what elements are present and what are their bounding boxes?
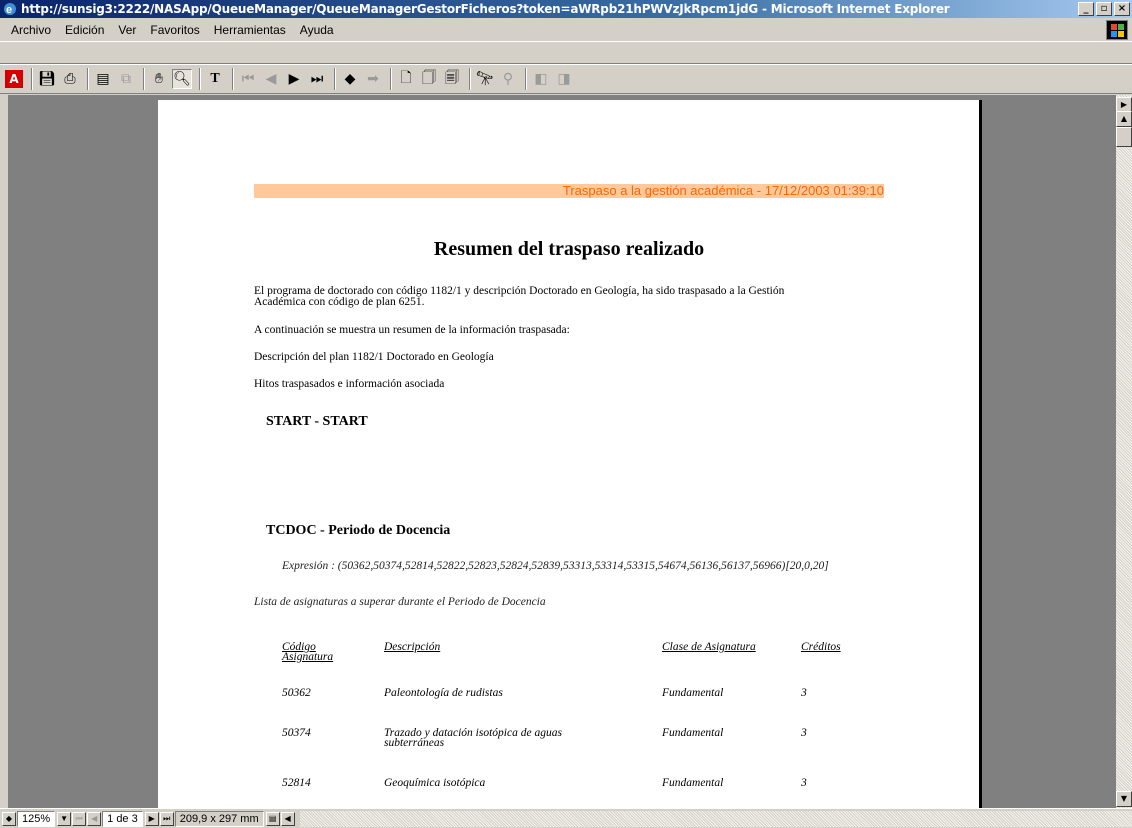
fit-page-icon[interactable]: 🗍 xyxy=(419,69,439,89)
menu-archivo[interactable]: Archivo xyxy=(4,23,58,37)
row-3-code: 52814 xyxy=(282,777,311,789)
subjects-intro: Lista de asignaturas a superar durante e… xyxy=(254,596,546,608)
last-page-icon[interactable]: ⏭ xyxy=(307,69,327,89)
plan-description: Descripción del plan 1182/1 Doctorado en… xyxy=(254,351,494,363)
window-title: http://sunsig3:2222/NASApp/QueueManager/… xyxy=(21,2,950,16)
intro-paragraph: El programa de doctorado con código 1182… xyxy=(254,285,894,308)
close-button[interactable]: × xyxy=(1114,2,1130,16)
hand-tool-icon[interactable]: ✋︎ xyxy=(149,69,169,89)
search-icon[interactable]: ⚲ xyxy=(498,69,518,89)
row-1-class: Fundamental xyxy=(662,687,724,699)
vertical-scrollbar[interactable]: ▶ ▲ ▼ xyxy=(1116,95,1132,808)
summary-intro: A continuación se muestra un resumen de … xyxy=(254,324,570,336)
header-creditos: Créditos xyxy=(801,641,841,653)
pdf-page: Traspaso a la gestión académica - 17/12/… xyxy=(158,100,982,808)
internet-explorer-icon: e xyxy=(2,1,18,17)
acrobat-logo-icon[interactable]: A xyxy=(5,70,23,88)
continuous-page-icon[interactable]: ◨ xyxy=(554,69,574,89)
scroll-thumb[interactable] xyxy=(1116,127,1132,147)
navigation-toggle-icon[interactable]: ◆ xyxy=(2,811,16,826)
previous-page-button[interactable]: ◀ xyxy=(87,811,102,826)
row-1-description: Paleontología de rudistas xyxy=(384,687,503,699)
row-3-credits: 3 xyxy=(801,777,807,789)
menu-ayuda[interactable]: Ayuda xyxy=(293,23,341,37)
header-band: Traspaso a la gestión académica - 17/12/… xyxy=(254,183,884,198)
zoom-dropdown-icon[interactable]: ▼ xyxy=(57,811,72,826)
scroll-left-arrow-icon[interactable]: ◀ xyxy=(280,811,295,826)
go-back-icon[interactable]: ◆ xyxy=(340,69,360,89)
single-page-icon[interactable]: ◧ xyxy=(531,69,551,89)
zoom-tool-icon[interactable]: 🔍︎ xyxy=(172,69,192,89)
menu-favoritos[interactable]: Favoritos xyxy=(143,23,206,37)
previous-page-icon[interactable]: ◀ xyxy=(261,69,281,89)
row-2-class: Fundamental xyxy=(662,727,724,739)
document-title: Resumen del traspaso realizado xyxy=(433,238,705,260)
save-icon[interactable]: 💾︎ xyxy=(37,69,57,89)
next-page-button[interactable]: ▶ xyxy=(144,811,159,826)
first-page-icon[interactable]: ⏮ xyxy=(238,69,258,89)
minimize-button[interactable]: _ xyxy=(1078,2,1094,16)
document-header: Traspaso a la gestión académica - 17/12/… xyxy=(562,183,884,198)
document-viewport[interactable]: Traspaso a la gestión académica - 17/12/… xyxy=(8,95,1116,808)
actual-size-icon[interactable]: 🗋 xyxy=(396,69,416,89)
go-forward-icon[interactable]: ➡ xyxy=(363,69,383,89)
print-icon[interactable]: ⎙ xyxy=(60,69,80,89)
intro-line-2: Académica con código de plan 6251. xyxy=(254,296,425,308)
page-indicator[interactable]: 1 de 3 xyxy=(102,810,143,827)
page-layout-icon[interactable]: ▤ xyxy=(265,811,280,826)
fit-width-icon[interactable]: 🗐 xyxy=(442,69,462,89)
menu-bar: Archivo Edición Ver Favoritos Herramient… xyxy=(0,18,1132,64)
last-page-button[interactable]: ⏭ xyxy=(159,811,174,826)
text-select-tool-icon[interactable]: T xyxy=(205,69,225,89)
row-1-credits: 3 xyxy=(801,687,807,699)
scroll-down-arrow-icon[interactable]: ▼ xyxy=(1116,791,1132,807)
svg-text:e: e xyxy=(6,4,12,16)
zoom-level[interactable]: 125% xyxy=(17,810,56,827)
row-2-description: Trazado y datación isotópica de aguas su… xyxy=(384,727,562,749)
next-page-icon[interactable]: ▶ xyxy=(284,69,304,89)
menu-herramientas[interactable]: Herramientas xyxy=(207,23,293,37)
page-size: 209,9 x 297 mm xyxy=(174,810,264,827)
acrobat-toolbar: A 💾︎ ⎙ ▤ ⧉ ✋︎ 🔍︎ T ⏮ ◀ ▶ ⏭ ◆ ➡ 🗋 🗍 🗐 🔭︎ … xyxy=(0,64,1132,94)
scroll-up-arrow-icon[interactable]: ▲ xyxy=(1116,111,1132,127)
expression-text: Expresión : (50362,50374,52814,52822,528… xyxy=(282,560,829,572)
row-2-credits: 3 xyxy=(801,727,807,739)
status-bar: ◆ 125% ▼ ⏮ ◀ 1 de 3 ▶ ⏭ 209,9 x 297 mm ▤… xyxy=(0,808,1132,828)
header-descripcion: Descripción xyxy=(384,641,441,653)
header-clase-asignatura: Clase de Asignatura xyxy=(662,641,756,653)
row-2-code: 50374 xyxy=(282,727,311,739)
hitos-label: Hitos traspasados e información asociada xyxy=(254,378,445,390)
header-codigo-asignatura: Código Asignatura xyxy=(282,641,334,663)
row-3-class: Fundamental xyxy=(662,777,724,789)
copy-icon[interactable]: ⧉ xyxy=(116,69,136,89)
row-1-code: 50362 xyxy=(282,687,311,699)
maximize-button[interactable]: ▫ xyxy=(1096,2,1112,16)
window-titlebar: e http://sunsig3:2222/NASApp/QueueManage… xyxy=(0,0,1132,18)
windows-logo-icon xyxy=(1106,20,1128,40)
section-tcdoc-heading: TCDOC - Periodo de Docencia xyxy=(266,523,451,538)
find-icon[interactable]: 🔭︎ xyxy=(475,69,495,89)
menu-edicion[interactable]: Edición xyxy=(58,23,111,37)
horizontal-scrollbar[interactable] xyxy=(299,810,1132,827)
section-start-heading: START - START xyxy=(266,414,368,429)
row-3-description: Geoquímica isotópica xyxy=(384,777,486,789)
first-page-button[interactable]: ⏮ xyxy=(72,811,87,826)
show-navigation-pane-icon[interactable]: ▤ xyxy=(93,69,113,89)
menu-ver[interactable]: Ver xyxy=(111,23,143,37)
